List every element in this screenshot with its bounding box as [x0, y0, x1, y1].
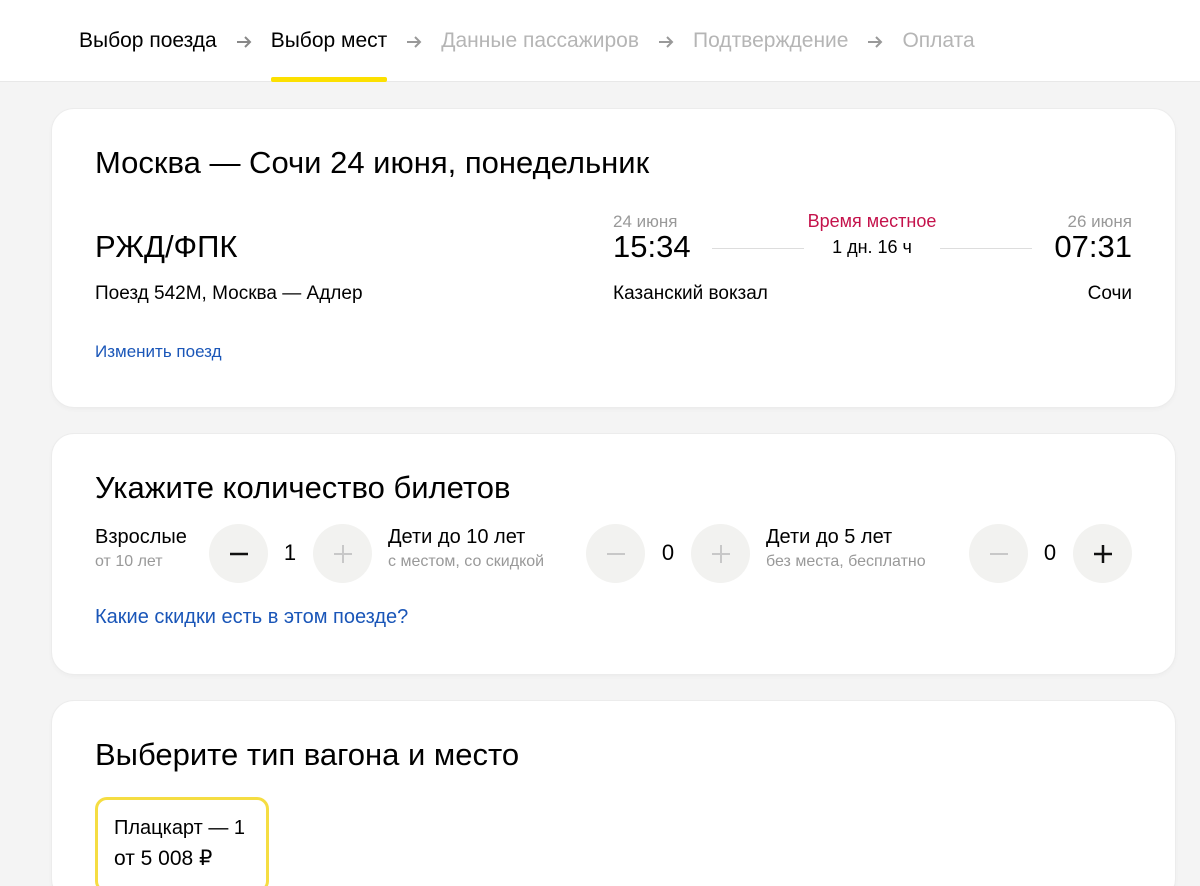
counter-label: Дети до 5 лет	[766, 526, 893, 548]
step-train-selection[interactable]: Выбор поезда	[79, 0, 217, 82]
counter-sublabel: с местом, со скидкой	[388, 553, 545, 570]
plus-icon	[333, 544, 352, 563]
local-time-note: Время местное	[807, 211, 937, 231]
step-label: Оплата	[902, 29, 975, 52]
discounts-link[interactable]: Какие скидки есть в этом поезде?	[95, 606, 408, 629]
duration-line	[940, 248, 1032, 249]
step-passenger-data: Данные пассажиров	[441, 0, 639, 82]
departure-time: 15:34	[613, 229, 691, 264]
children-5-decrement-button[interactable]	[969, 524, 1028, 583]
counter-label: Взрослые	[95, 526, 187, 548]
arrow-right-icon	[639, 28, 693, 54]
arrow-right-icon	[217, 28, 271, 54]
step-payment: Оплата	[902, 0, 974, 82]
step-label: Выбор мест	[270, 29, 388, 52]
children-10-increment-button[interactable]	[691, 524, 750, 583]
carrier-name: РЖД/ФПК	[95, 229, 238, 264]
car-option-price: от 5 008 ₽	[114, 847, 213, 870]
car-selection-title: Выберите тип вагона и место	[95, 737, 520, 772]
counter-sublabel: без места, бесплатно	[766, 553, 926, 570]
adults-count: 1	[283, 540, 297, 565]
booking-steps: Выбор поезда Выбор мест Данные пассажиро…	[79, 0, 975, 82]
adults-decrement-button[interactable]	[209, 524, 268, 583]
departure-station: Казанский вокзал	[613, 283, 768, 304]
trip-card: Москва — Сочи 24 июня, понедельник РЖД/Ф…	[52, 109, 1175, 407]
car-option-name: Плацкарт — 1	[114, 817, 246, 839]
children-5-count: 0	[1043, 540, 1057, 565]
arrival-station: Сочи	[1087, 283, 1132, 304]
top-bar: Выбор поезда Выбор мест Данные пассажиро…	[0, 0, 1200, 82]
children-10-count: 0	[661, 540, 675, 565]
plus-icon	[1093, 544, 1112, 563]
adults-counter: Взрослые от 10 лет	[95, 526, 187, 571]
change-train-link[interactable]: Изменить поезд	[95, 342, 222, 362]
children-5-increment-button[interactable]	[1073, 524, 1132, 583]
counter-label: Дети до 10 лет	[388, 526, 526, 548]
step-label: Подтверждение	[693, 29, 849, 52]
step-label: Данные пассажиров	[441, 29, 639, 52]
trip-title: Москва — Сочи 24 июня, понедельник	[95, 145, 650, 180]
arrow-right-icon	[848, 28, 902, 54]
adults-increment-button[interactable]	[313, 524, 372, 583]
arrival-time: 07:31	[1054, 229, 1132, 264]
children-10-counter: Дети до 10 лет с местом, со скидкой	[388, 526, 544, 571]
minus-icon	[229, 552, 248, 555]
step-label: Выбор поезда	[79, 29, 217, 52]
step-seat-selection[interactable]: Выбор мест	[270, 0, 388, 82]
car-selection-card: Выберите тип вагона и место Плацкарт — 1…	[52, 701, 1175, 886]
children-5-counter: Дети до 5 лет без места, бесплатно	[766, 526, 926, 571]
car-option-platzkart[interactable]: Плацкарт — 1 от 5 008 ₽	[95, 797, 269, 886]
minus-icon	[606, 552, 625, 555]
counter-sublabel: от 10 лет	[95, 553, 163, 570]
plus-icon	[711, 544, 730, 563]
arrow-right-icon	[387, 28, 441, 54]
tickets-card: Укажите количество билетов Взрослые от 1…	[52, 434, 1175, 674]
train-name: Поезд 542М, Москва — Адлер	[95, 283, 363, 304]
step-confirmation: Подтверждение	[693, 0, 848, 82]
minus-icon	[989, 552, 1008, 555]
children-10-decrement-button[interactable]	[586, 524, 645, 583]
tickets-title: Укажите количество билетов	[95, 470, 511, 505]
